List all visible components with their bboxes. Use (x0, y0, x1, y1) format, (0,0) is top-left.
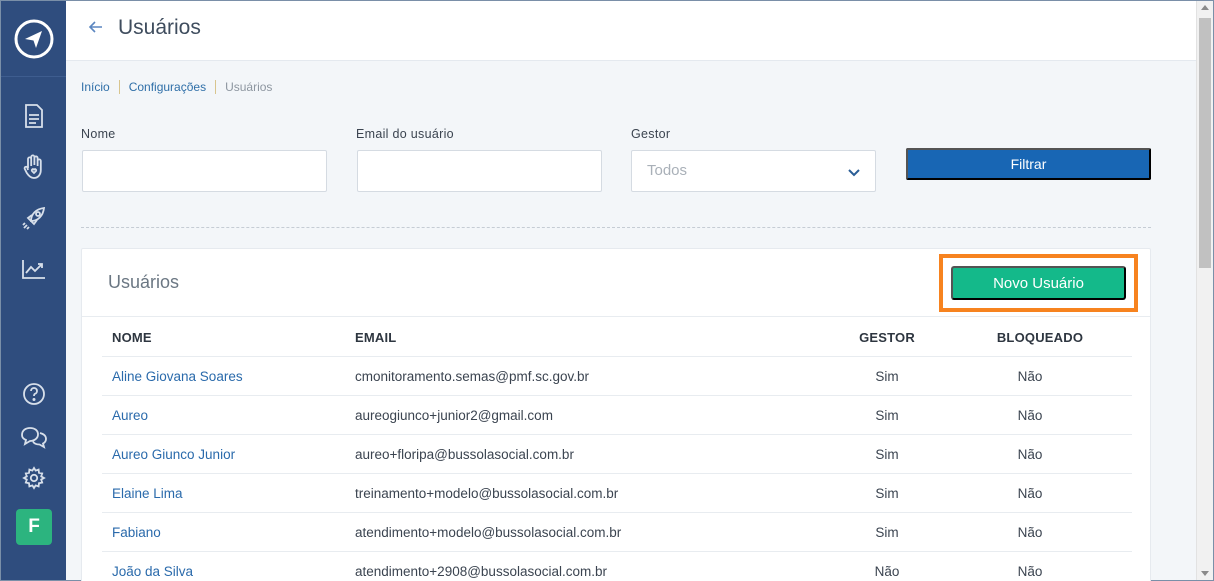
user-gestor: Sim (875, 447, 899, 462)
user-gestor: Sim (875, 486, 899, 501)
user-name-link[interactable]: João da Silva (112, 564, 193, 579)
user-email: atendimento+2908@bussolasocial.com.br (355, 564, 607, 579)
user-gestor: Sim (875, 525, 899, 540)
chart-trend-icon[interactable] (1, 252, 66, 286)
user-name-link[interactable]: Aline Giovana Soares (112, 369, 243, 384)
user-bloqueado: Não (1017, 564, 1043, 579)
gear-icon[interactable] (1, 461, 66, 495)
user-bloqueado: Não (1017, 486, 1043, 501)
users-table-body: Aline Giovana Soares cmonitoramento.sema… (102, 356, 1132, 581)
document-icon[interactable] (1, 99, 66, 133)
user-gestor: Sim (875, 369, 899, 384)
back-arrow-icon[interactable] (86, 17, 106, 37)
email-label: Email do usuário (356, 127, 454, 141)
table-row[interactable]: Elaine Lima treinamento+modelo@bussolaso… (102, 473, 1132, 512)
user-gestor: Não (874, 564, 900, 579)
divider (81, 227, 1151, 228)
help-icon[interactable] (1, 377, 66, 411)
user-email: aureogiunco+junior2@gmail.com (355, 408, 553, 423)
user-email: atendimento+modelo@bussolasocial.com.br (355, 525, 622, 540)
column-header-nome[interactable]: NOME (112, 330, 152, 345)
user-bloqueado: Não (1017, 447, 1043, 462)
gestor-select[interactable]: Todos (631, 150, 876, 192)
vertical-scrollbar[interactable] (1196, 1, 1213, 580)
breadcrumb-current: Usuários (225, 80, 273, 94)
chat-icon[interactable] (1, 420, 66, 454)
user-gestor: Sim (875, 408, 899, 423)
gestor-select-value: Todos (647, 162, 688, 179)
table-row[interactable]: Aline Giovana Soares cmonitoramento.sema… (102, 356, 1132, 395)
breadcrumb-separator (215, 80, 217, 94)
user-email: aureo+floripa@bussolasocial.com.br (355, 447, 574, 462)
table-row[interactable]: João da Silva atendimento+2908@bussolaso… (102, 551, 1132, 581)
column-header-bloqueado[interactable]: BLOQUEADO (977, 330, 1103, 345)
name-label: Nome (81, 127, 116, 141)
user-name-link[interactable]: Aureo Giunco Junior (112, 447, 235, 462)
scroll-down-icon[interactable] (1201, 571, 1209, 576)
user-avatar[interactable]: F (16, 509, 52, 545)
card-header: Usuários Novo Usuário (82, 249, 1150, 317)
user-name-link[interactable]: Fabiano (112, 525, 161, 540)
sidebar: F (1, 1, 66, 580)
column-header-email[interactable]: EMAIL (355, 330, 396, 345)
user-name-link[interactable]: Elaine Lima (112, 486, 183, 501)
users-card: Usuários Novo Usuário NOME EMAIL GESTOR … (81, 248, 1151, 581)
user-bloqueado: Não (1017, 408, 1043, 423)
table-row[interactable]: Fabiano atendimento+modelo@bussolasocial… (102, 512, 1132, 551)
breadcrumb-configuracoes[interactable]: Configurações (129, 80, 206, 94)
page-header: Usuários (66, 1, 1196, 61)
breadcrumb-separator (118, 80, 120, 94)
user-name-link[interactable]: Aureo (112, 408, 148, 423)
user-bloqueado: Não (1017, 525, 1043, 540)
user-bloqueado: Não (1017, 369, 1043, 384)
email-input[interactable] (357, 150, 602, 192)
main-content: Início Configurações Usuários Nome Email… (66, 61, 1196, 581)
breadcrumb: Início Configurações Usuários (81, 80, 272, 94)
name-input[interactable] (82, 150, 327, 192)
new-user-button[interactable]: Novo Usuário (951, 266, 1126, 300)
gestor-label: Gestor (631, 127, 671, 141)
user-email: cmonitoramento.semas@pmf.sc.gov.br (355, 369, 590, 384)
page-title: Usuários (118, 16, 201, 39)
card-title: Usuários (108, 272, 180, 292)
hand-heart-icon[interactable] (1, 150, 66, 184)
filter-button[interactable]: Filtrar (906, 148, 1151, 180)
logo-compass-icon[interactable] (1, 1, 66, 77)
chevron-down-icon (848, 169, 860, 177)
rocket-icon[interactable] (1, 201, 66, 235)
column-header-gestor[interactable]: GESTOR (854, 330, 920, 345)
user-email: treinamento+modelo@bussolasocial.com.br (355, 486, 619, 501)
scroll-up-icon[interactable] (1201, 5, 1209, 10)
scrollbar-thumb[interactable] (1199, 18, 1211, 268)
table-row[interactable]: Aureo aureogiunco+junior2@gmail.com Sim … (102, 395, 1132, 434)
breadcrumb-inicio[interactable]: Início (81, 80, 110, 94)
table-row[interactable]: Aureo Giunco Junior aureo+floripa@bussol… (102, 434, 1132, 473)
